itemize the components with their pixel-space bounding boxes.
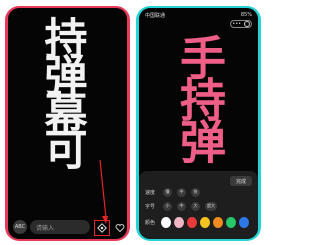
speed-row: 速度 慢 中 快 bbox=[145, 187, 252, 197]
color-label: 颜色 bbox=[145, 219, 156, 226]
settings-icon bbox=[97, 223, 107, 233]
danmaku-text: 持弹幕可 bbox=[37, 16, 87, 164]
color-swatch-red[interactable] bbox=[187, 216, 198, 228]
abc-button[interactable]: ABC bbox=[13, 220, 27, 234]
speed-option-slow[interactable]: 慢 bbox=[163, 187, 172, 197]
size-option-medium[interactable]: 中 bbox=[177, 201, 186, 211]
settings-button[interactable] bbox=[94, 220, 110, 236]
size-row: 字号 小 中 大 超大 bbox=[145, 201, 252, 211]
status-bar: 中国联通 85% bbox=[145, 11, 252, 19]
size-option-xlarge[interactable]: 超大 bbox=[205, 201, 217, 211]
input-bar: ABC 请输入 bbox=[8, 213, 127, 239]
more-icon: ••• bbox=[232, 20, 242, 27]
heart-button[interactable] bbox=[114, 222, 126, 234]
color-swatch-yellow[interactable] bbox=[200, 216, 211, 228]
speed-option-medium[interactable]: 中 bbox=[177, 187, 186, 197]
size-label: 字号 bbox=[145, 203, 156, 210]
settings-panel: 完成 速度 慢 中 快 字号 小 中 大 超大 颜色 bbox=[139, 171, 258, 239]
size-option-large[interactable]: 大 bbox=[191, 201, 200, 211]
right-phone: 中国联通 85% ••• 手持弹 完成 速度 慢 中 快 字号 小 中 大 超大… bbox=[136, 6, 261, 241]
carrier-label: 中国联通 bbox=[145, 12, 166, 19]
color-swatch-blue[interactable] bbox=[239, 216, 249, 228]
left-phone: 持弹幕可 ABC 请输入 bbox=[5, 6, 130, 241]
done-label: 完成 bbox=[235, 178, 246, 185]
color-swatch-orange[interactable] bbox=[213, 216, 224, 228]
color-row: 颜色 bbox=[145, 216, 252, 228]
heart-icon bbox=[115, 224, 125, 233]
input-placeholder: 请输入 bbox=[36, 224, 55, 232]
danmaku-text-preview: 手持弹 bbox=[173, 34, 227, 160]
done-button[interactable]: 完成 bbox=[230, 176, 252, 186]
danmaku-input[interactable]: 请输入 bbox=[30, 220, 90, 234]
title-bar: ••• bbox=[139, 19, 258, 29]
left-screen: 持弹幕可 ABC 请输入 bbox=[8, 8, 127, 239]
right-screen: 中国联通 85% ••• 手持弹 完成 速度 慢 中 快 字号 小 中 大 超大… bbox=[139, 8, 258, 239]
size-option-small[interactable]: 小 bbox=[163, 201, 172, 211]
color-swatch-pink[interactable] bbox=[174, 216, 185, 228]
close-circle-icon bbox=[243, 21, 250, 27]
speed-label: 速度 bbox=[145, 189, 156, 196]
mini-program-capsule[interactable]: ••• bbox=[230, 20, 252, 28]
battery-label: 85% bbox=[240, 12, 252, 18]
color-swatch-white[interactable] bbox=[161, 216, 172, 228]
abc-label: ABC bbox=[14, 224, 26, 230]
color-swatch-green[interactable] bbox=[226, 216, 237, 228]
speed-option-fast[interactable]: 快 bbox=[191, 187, 200, 197]
